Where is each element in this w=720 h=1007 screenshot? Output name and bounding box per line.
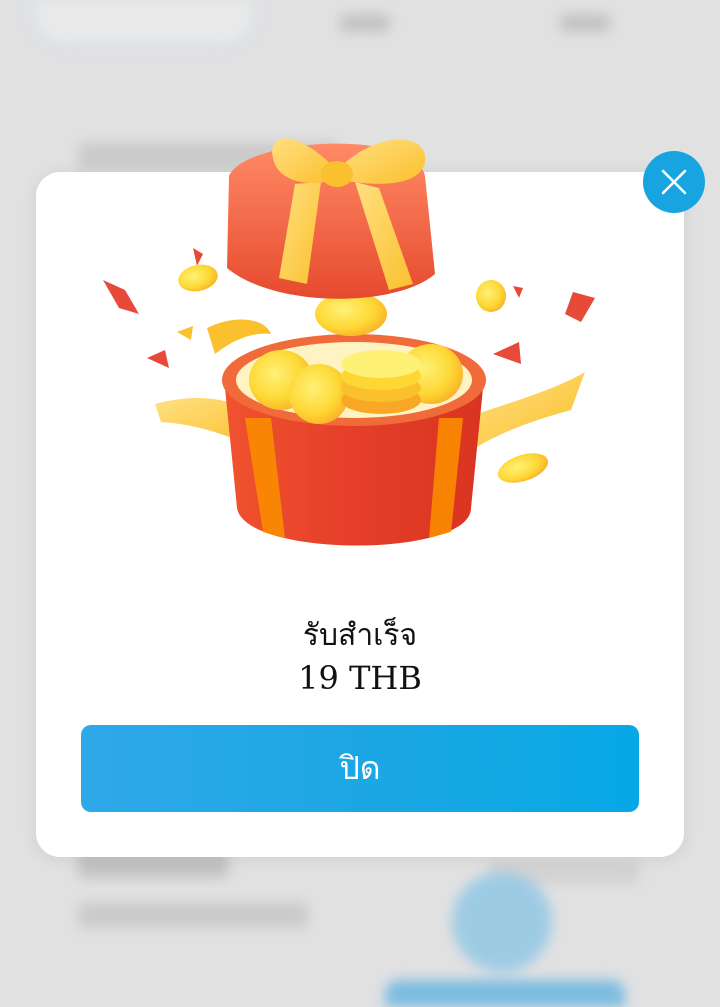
- close-modal-button[interactable]: ปิด: [81, 725, 639, 812]
- gift-box-coins-icon: [103, 138, 595, 546]
- close-icon: [661, 169, 687, 195]
- reward-amount: 19 THB: [298, 659, 422, 697]
- reward-title: รับสำเร็จ: [302, 618, 418, 653]
- close-button[interactable]: [643, 151, 705, 213]
